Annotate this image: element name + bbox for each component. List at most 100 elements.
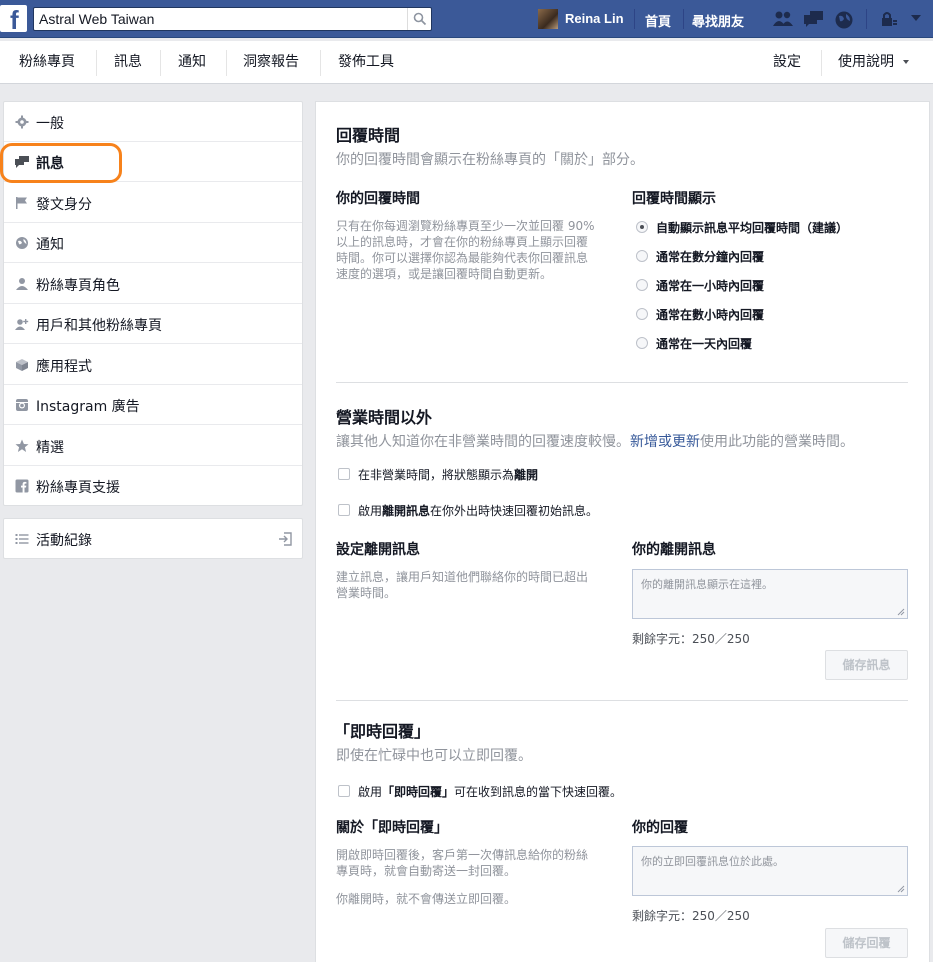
radio-button[interactable]: [636, 279, 648, 291]
description: 建立訊息，讓用戶知道他們聯絡你的時間已超出 營業時間。: [336, 569, 588, 601]
gear-icon: [15, 115, 29, 129]
checkbox-label: 啟用離開訊息在你外出時快速回覆初始訊息。: [358, 502, 598, 519]
divider: [336, 700, 908, 701]
section-title: 回覆時間: [336, 126, 401, 145]
search-input[interactable]: [34, 8, 406, 30]
sidebar-item-featured[interactable]: 精選: [4, 426, 302, 466]
sidebar-item-label: 粉絲專頁角色: [36, 278, 120, 294]
description-line: 只有在你每週瀏覽粉絲專頁至少一次並回覆 90%: [336, 219, 595, 233]
highlight-annotation: [0, 143, 122, 183]
description: 只有在你每週瀏覽粉絲專頁至少一次並回覆 90% 以上的訊息時，才會在你的粉絲專頁…: [336, 218, 595, 282]
friend-requests-icon[interactable]: [772, 10, 794, 28]
save-reply-button[interactable]: 儲存回覆: [825, 928, 908, 958]
radio-label: 通常在數分鐘內回覆: [656, 250, 765, 264]
page-nav-bar: 粉絲專頁 訊息 通知 洞察報告 發佈工具 設定 使用說明: [0, 41, 933, 84]
person-icon: [16, 278, 28, 290]
profile-link[interactable]: Reina Lin: [565, 11, 624, 26]
resize-grip-icon[interactable]: [897, 885, 905, 893]
help-chevron-down-icon: [903, 60, 909, 64]
sidebar-item-label: 粉絲專頁支援: [36, 480, 120, 496]
divider: [320, 50, 321, 76]
radio-button[interactable]: [636, 221, 648, 233]
description-line: 以上的訊息時，才會在你的粉絲專頁上顯示回覆: [336, 235, 589, 249]
subtitle-text: 使用此功能的營業時間。: [700, 434, 854, 450]
sidebar-item-label: Instagram 廣告: [36, 399, 140, 415]
sidebar-item-page-roles[interactable]: 粉絲專頁角色: [4, 264, 302, 304]
checkbox-label: 啟用「即時回覆」可在收到訊息的當下快速回覆。: [358, 783, 622, 800]
section-title: 「即時回覆」: [334, 722, 431, 741]
column-title: 你的回覆時間: [336, 191, 420, 207]
checkbox-label: 在非營業時間，將狀態顯示為離開: [358, 466, 538, 483]
away-status-checkbox[interactable]: [338, 468, 350, 480]
description-line: 營業時間。: [336, 586, 397, 600]
list-icon: [15, 534, 29, 544]
sidebar-item-instagram-ads[interactable]: Instagram 廣告: [4, 385, 302, 425]
resize-grip-icon[interactable]: [897, 608, 905, 616]
sidebar-item-activity-log[interactable]: 活動紀錄: [4, 519, 302, 559]
save-message-button[interactable]: 儲存訊息: [825, 650, 908, 680]
instant-reply-textarea[interactable]: 你的立即回覆訊息位於此處。: [632, 846, 908, 896]
sidebar-item-general[interactable]: 一般: [4, 102, 302, 142]
divider: [683, 9, 684, 29]
radio-button[interactable]: [636, 337, 648, 349]
facebook-logo-icon[interactable]: f: [0, 5, 27, 35]
instant-reply-checkbox[interactable]: [338, 785, 350, 797]
label-text: 在你外出時快速回覆初始訊息。: [430, 504, 599, 518]
sidebar-item-label: 活動紀錄: [36, 533, 92, 549]
remaining-characters: 剩餘字元：250／250: [632, 909, 750, 923]
add-or-update-link[interactable]: 新增或更新: [630, 434, 700, 450]
home-link[interactable]: 首頁: [645, 11, 671, 30]
away-message-checkbox[interactable]: [338, 504, 350, 516]
section-subtitle: 即使在忙碌中也可以立即回覆。: [336, 748, 532, 764]
column-title: 關於「即時回覆」: [336, 820, 448, 836]
sidebar-item-posting-identity[interactable]: 發文身分: [4, 183, 302, 223]
column-title: 回覆時間顯示: [632, 191, 716, 207]
settings-main-panel: 回覆時間 你的回覆時間會顯示在粉絲專頁的「關於」部分。 你的回覆時間 只有在你每…: [315, 101, 930, 962]
tab-publishing-tools[interactable]: 發佈工具: [338, 41, 394, 84]
tab-messages[interactable]: 訊息: [114, 41, 142, 84]
instagram-icon: [16, 399, 28, 411]
label-bold-text: 離開: [514, 468, 539, 482]
description-line: 速度的選項，或是讓回覆時間自動更新。: [336, 267, 553, 281]
sidebar-item-apps[interactable]: 應用程式: [4, 345, 302, 385]
description: 開啟即時回覆後，客戶第一次傳訊息給你的粉絲 專頁時，就會自動寄送一封回覆。 你離…: [336, 847, 588, 907]
radio-button[interactable]: [636, 308, 648, 320]
tab-insights[interactable]: 洞察報告: [243, 41, 299, 84]
sidebar-item-people-and-pages[interactable]: 用戶和其他粉絲專頁: [4, 304, 302, 344]
description-line: 時間。你可以選擇你認為最能夠代表你回覆訊息: [336, 251, 589, 265]
description-line: 建立訊息，讓用戶知道他們聯絡你的時間已超出: [336, 570, 589, 584]
label-text: 可在收到訊息的當下快速回覆。: [454, 785, 623, 799]
subtitle-text: 讓其他人知道你在非營業時間的回覆速度較慢。: [336, 434, 630, 450]
divider: [866, 9, 867, 29]
messages-icon[interactable]: [803, 10, 825, 28]
radio-button[interactable]: [636, 250, 648, 262]
account-menu-chevron-down-icon[interactable]: [910, 13, 922, 23]
find-friends-link[interactable]: 尋找朋友: [692, 11, 744, 30]
sidebar-item-page-support[interactable]: 粉絲專頁支援: [4, 466, 302, 506]
tab-page[interactable]: 粉絲專頁: [19, 41, 75, 84]
section-title: 營業時間以外: [336, 408, 433, 427]
privacy-lock-icon[interactable]: [880, 10, 898, 28]
radio-label: 通常在一小時內回覆: [656, 279, 765, 293]
divider: [336, 382, 908, 383]
sidebar-item-label: 應用程式: [36, 359, 92, 375]
tab-settings[interactable]: 設定: [773, 41, 801, 84]
sidebar-item-label: 通知: [36, 237, 64, 253]
facebook-icon: [15, 479, 29, 493]
sidebar-item-notifications[interactable]: 通知: [4, 223, 302, 263]
search-box: [33, 7, 432, 31]
description-line: 你離開時，就不會傳送立即回覆。: [336, 892, 517, 906]
divider: [160, 50, 161, 76]
divider: [226, 50, 227, 76]
radio-label: 自動顯示訊息平均回覆時間（建議）: [656, 221, 849, 235]
person-add-icon: [15, 319, 29, 330]
search-icon: [413, 12, 427, 26]
help-menu[interactable]: 使用說明: [838, 41, 894, 84]
tab-notifications[interactable]: 通知: [178, 41, 206, 84]
star-icon: [15, 439, 29, 452]
away-message-textarea[interactable]: 你的離開訊息顯示在這裡。: [632, 569, 908, 619]
avatar[interactable]: [538, 9, 558, 29]
search-button[interactable]: [407, 8, 431, 30]
sidebar-item-label: 一般: [36, 116, 64, 132]
notifications-globe-icon[interactable]: [834, 10, 854, 30]
